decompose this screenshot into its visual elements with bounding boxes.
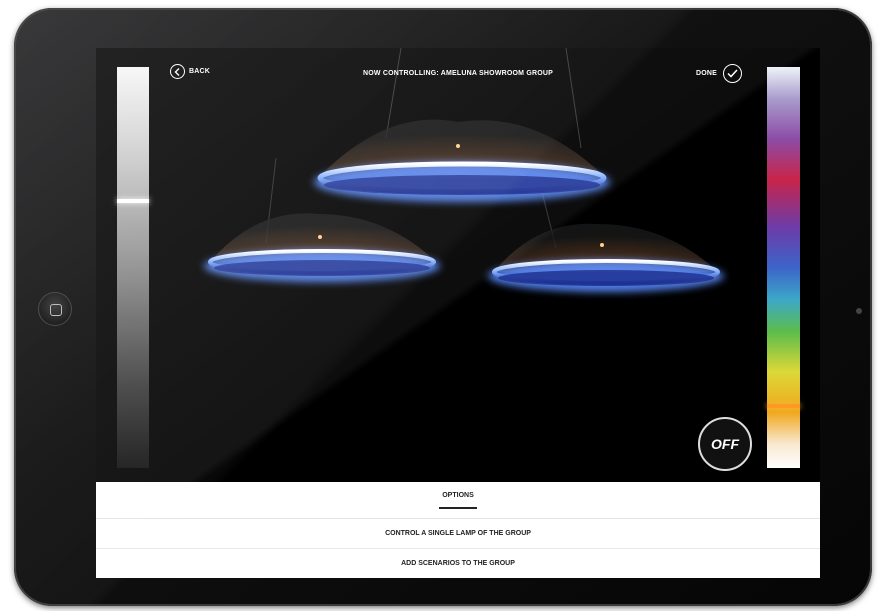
brightness-slider[interactable] — [117, 67, 149, 468]
lamp-group-illustration — [204, 48, 724, 292]
lamp-large — [314, 119, 610, 202]
app-screen: BACK NOW CONTROLLING: AMELUNA SHOWROOM G… — [96, 48, 820, 578]
home-button-icon — [50, 304, 62, 316]
options-header[interactable]: OPTIONS — [96, 482, 820, 519]
done-button[interactable]: DONE — [696, 64, 743, 83]
brightness-slider-handle[interactable] — [117, 199, 149, 203]
lamp-right — [488, 223, 724, 292]
check-circle-icon — [723, 64, 743, 83]
options-tab-indicator — [439, 507, 477, 509]
options-panel: OPTIONS CONTROL A SINGLE LAMP OF THE GRO… — [96, 482, 820, 578]
options-header-label: OPTIONS — [442, 492, 474, 499]
home-button[interactable] — [38, 292, 72, 326]
front-camera — [856, 308, 862, 314]
off-button[interactable]: OFF — [698, 417, 752, 471]
done-label: DONE — [696, 70, 718, 77]
color-slider[interactable] — [767, 67, 800, 468]
option-add-scenarios[interactable]: ADD SCENARIOS TO THE GROUP — [96, 549, 820, 578]
option-control-single-lamp[interactable]: CONTROL A SINGLE LAMP OF THE GROUP — [96, 519, 820, 549]
lamp-left — [204, 213, 440, 282]
top-bar: BACK NOW CONTROLLING: AMELUNA SHOWROOM G… — [96, 62, 820, 86]
color-slider-handle[interactable] — [767, 404, 800, 408]
